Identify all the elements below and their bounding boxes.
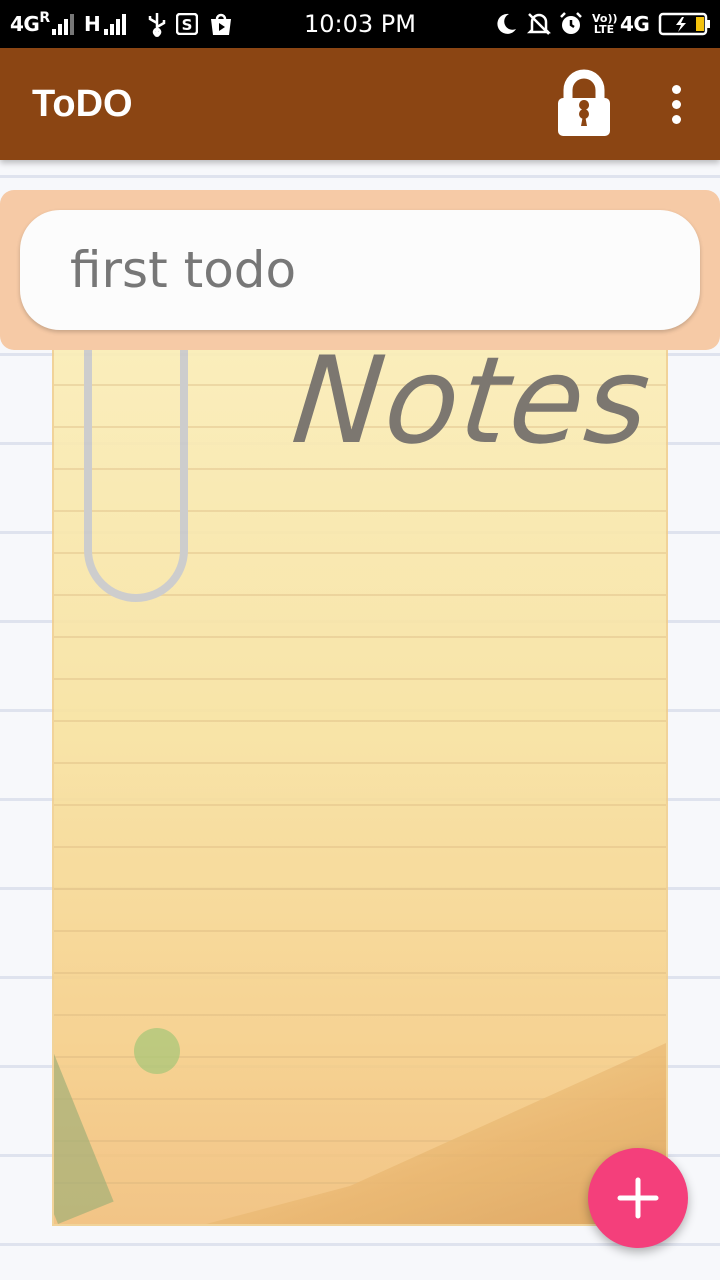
volte-label: Vo)) LTE xyxy=(592,12,618,36)
app-title: ToDO xyxy=(32,83,133,125)
network-4g-right: 4G xyxy=(620,0,650,48)
todo-card: first todo xyxy=(0,190,720,350)
volte-icon: Vo)) LTE xyxy=(592,0,618,48)
overflow-menu-icon xyxy=(671,84,681,94)
notes-background-image: Notes xyxy=(52,300,668,1226)
overflow-menu-button[interactable] xyxy=(656,76,696,132)
network-4g-right-label: 4G xyxy=(620,12,650,36)
lock-button[interactable] xyxy=(552,68,616,140)
app-bar: ToDO xyxy=(0,48,720,160)
alarm-icon xyxy=(558,0,584,48)
lock-icon xyxy=(558,69,610,136)
notes-title-art: Notes xyxy=(286,332,658,471)
bell-off-icon xyxy=(526,0,552,48)
status-bar: 4G R H S 10:03 PM Vo)) LTE 4G xyxy=(0,0,720,48)
add-todo-button[interactable] xyxy=(588,1148,688,1248)
plus-icon xyxy=(617,1177,659,1219)
todo-item[interactable]: first todo xyxy=(20,210,700,330)
battery-charging-icon xyxy=(658,0,712,48)
todo-item-text: first todo xyxy=(70,241,297,299)
eraser-illustration xyxy=(134,1028,180,1074)
moon-icon xyxy=(494,0,518,48)
